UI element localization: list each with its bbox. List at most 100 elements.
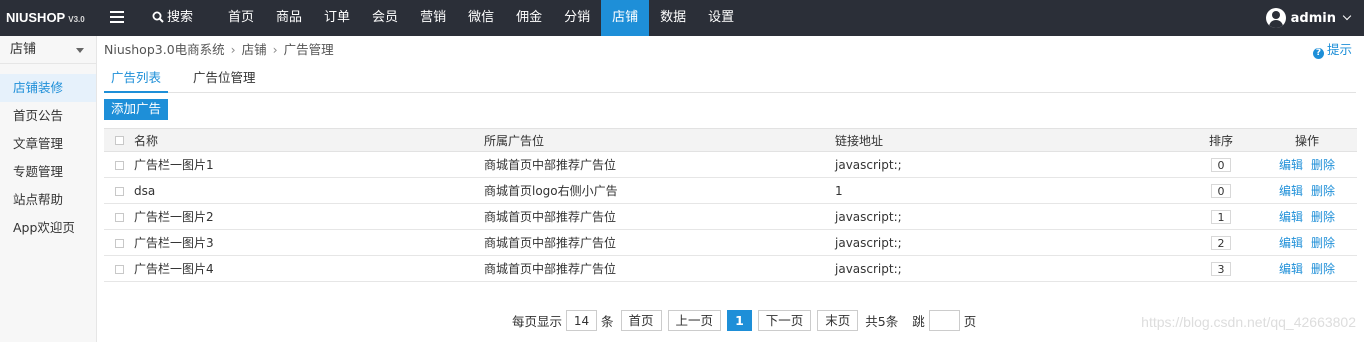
prev-page-button[interactable]: 上一页: [667, 310, 722, 331]
sidebar-header-label: 店铺: [10, 42, 37, 57]
breadcrumb-item-0[interactable]: Niushop3.0电商系统: [104, 42, 225, 57]
breadcrumb-item-2: 广告管理: [283, 42, 334, 57]
jump-page-input[interactable]: [928, 310, 960, 331]
col-operations: 操作: [1257, 128, 1357, 152]
nav-item-10[interactable]: 设置: [697, 0, 745, 36]
sidebar-item-4[interactable]: 站点帮助: [0, 186, 96, 214]
row-operations: 编辑 删除: [1257, 255, 1357, 282]
brand-name: NIUSHOP: [6, 10, 66, 25]
row-checkbox[interactable]: [114, 264, 124, 274]
user-menu[interactable]: admin: [1265, 0, 1352, 36]
brand-logo[interactable]: NIUSHOP V3.0: [6, 0, 85, 36]
sort-input[interactable]: 0: [1211, 183, 1231, 198]
nav-item-8[interactable]: 店铺: [601, 0, 650, 36]
sort-input[interactable]: 0: [1211, 157, 1231, 172]
jump-label: 跳: [912, 314, 925, 329]
nav-item-6[interactable]: 佣金: [505, 0, 553, 36]
breadcrumb-item-1[interactable]: 店铺: [242, 42, 267, 57]
brand-version: V3.0: [68, 15, 85, 24]
sidebar-list: 店铺装修 首页公告 文章管理 专题管理 站点帮助 App欢迎页: [0, 74, 96, 242]
row-link: javascript:;: [835, 151, 1185, 178]
row-check-cell: [104, 255, 134, 282]
sort-input[interactable]: 3: [1211, 261, 1231, 276]
delete-link[interactable]: 删除: [1311, 262, 1335, 276]
sidebar-item-1[interactable]: 首页公告: [0, 102, 96, 130]
chevron-down-icon: [1342, 11, 1352, 21]
tab-1[interactable]: 广告位管理: [186, 64, 263, 93]
row-checkbox[interactable]: [114, 238, 124, 248]
top-navbar: NIUSHOP V3.0 搜索 首页 商品 订单 会员 营销 微信 佣金 分销 店铺 数据 设置 ad…: [0, 0, 1364, 36]
row-checkbox[interactable]: [114, 212, 124, 222]
sidebar-item-2[interactable]: 文章管理: [0, 130, 96, 158]
row-position: 商城首页中部推荐广告位: [484, 229, 835, 256]
nav-item-5[interactable]: 微信: [457, 0, 505, 36]
row-sort-cell: 2: [1185, 229, 1257, 256]
row-name: 广告栏一图片1: [134, 151, 484, 178]
watermark: https://blog.csdn.net/qq_42663802: [1141, 314, 1356, 330]
search-label: 搜索: [167, 10, 194, 25]
main-content: Niushop3.0电商系统 › 店铺 › 广告管理 ? 提示 广告列表 广告位管理 添加广…: [104, 36, 1357, 331]
tab-0[interactable]: 广告列表: [104, 64, 169, 93]
per-page-input[interactable]: [566, 310, 598, 331]
row-operations: 编辑 删除: [1257, 203, 1357, 230]
nav-item-7[interactable]: 分销: [553, 0, 601, 36]
total-count: 共5条: [865, 314, 899, 329]
row-sort-cell: 3: [1185, 255, 1257, 282]
main-nav: 首页 商品 订单 会员 营销 微信 佣金 分销 店铺 数据 设置: [217, 0, 745, 36]
nav-item-4[interactable]: 营销: [409, 0, 457, 36]
first-page-button[interactable]: 首页: [620, 310, 662, 331]
delete-link[interactable]: 删除: [1311, 236, 1335, 250]
edit-link[interactable]: 编辑: [1279, 210, 1303, 224]
col-sort: 排序: [1185, 128, 1257, 152]
sidebar-header[interactable]: 店铺: [0, 36, 96, 64]
sidebar-item-3[interactable]: 专题管理: [0, 158, 96, 186]
nav-item-0[interactable]: 首页: [217, 0, 265, 36]
sidebar-item-5[interactable]: App欢迎页: [0, 214, 96, 242]
search-button[interactable]: 搜索: [152, 0, 193, 36]
row-operations: 编辑 删除: [1257, 177, 1357, 204]
delete-link[interactable]: 删除: [1311, 184, 1335, 198]
current-page-button[interactable]: 1: [727, 310, 752, 331]
delete-link[interactable]: 删除: [1311, 158, 1335, 172]
row-operations: 编辑 删除: [1257, 151, 1357, 178]
search-icon: [152, 11, 164, 23]
col-position: 所属广告位: [484, 128, 835, 152]
row-operations: 编辑 删除: [1257, 229, 1357, 256]
delete-link[interactable]: 删除: [1311, 210, 1335, 224]
page-suffix: 页: [963, 314, 977, 329]
per-page-suffix: 条: [601, 314, 614, 329]
table-row: dsa 商城首页logo右侧小广告 1 0 编辑 删除: [104, 177, 1357, 204]
row-position: 商城首页中部推荐广告位: [484, 255, 835, 282]
edit-link[interactable]: 编辑: [1279, 262, 1303, 276]
breadcrumb-separator-icon: ›: [230, 42, 236, 57]
nav-item-3[interactable]: 会员: [361, 0, 409, 36]
last-page-button[interactable]: 末页: [817, 310, 859, 331]
select-all-checkbox[interactable]: [114, 136, 124, 145]
hamburger-menu-icon[interactable]: [110, 11, 124, 25]
breadcrumb: Niushop3.0电商系统 › 店铺 › 广告管理: [104, 36, 1356, 64]
table-header-row: 名称 所属广告位 链接地址 排序 操作: [104, 128, 1357, 152]
edit-link[interactable]: 编辑: [1279, 184, 1303, 198]
edit-link[interactable]: 编辑: [1279, 158, 1303, 172]
row-check-cell: [104, 177, 134, 204]
user-name: admin: [1290, 10, 1336, 26]
sort-input[interactable]: 2: [1211, 235, 1231, 250]
row-checkbox[interactable]: [114, 186, 124, 196]
nav-item-1[interactable]: 商品: [265, 0, 313, 36]
next-page-button[interactable]: 下一页: [757, 310, 812, 331]
row-check-cell: [104, 151, 134, 178]
sidebar-item-0[interactable]: 店铺装修: [0, 74, 96, 102]
add-ad-button[interactable]: 添加广告: [104, 99, 169, 120]
row-sort-cell: 0: [1185, 151, 1257, 178]
tip-link[interactable]: ? 提示: [1312, 36, 1352, 64]
row-checkbox[interactable]: [114, 160, 124, 170]
row-link: javascript:;: [835, 255, 1185, 282]
edit-link[interactable]: 编辑: [1279, 236, 1303, 250]
row-link: 1: [835, 177, 1185, 204]
row-link: javascript:;: [835, 203, 1185, 230]
nav-item-9[interactable]: 数据: [649, 0, 697, 36]
nav-item-2[interactable]: 订单: [313, 0, 361, 36]
sort-input[interactable]: 1: [1211, 209, 1231, 224]
row-link: javascript:;: [835, 229, 1185, 256]
row-name: 广告栏一图片3: [134, 229, 484, 256]
